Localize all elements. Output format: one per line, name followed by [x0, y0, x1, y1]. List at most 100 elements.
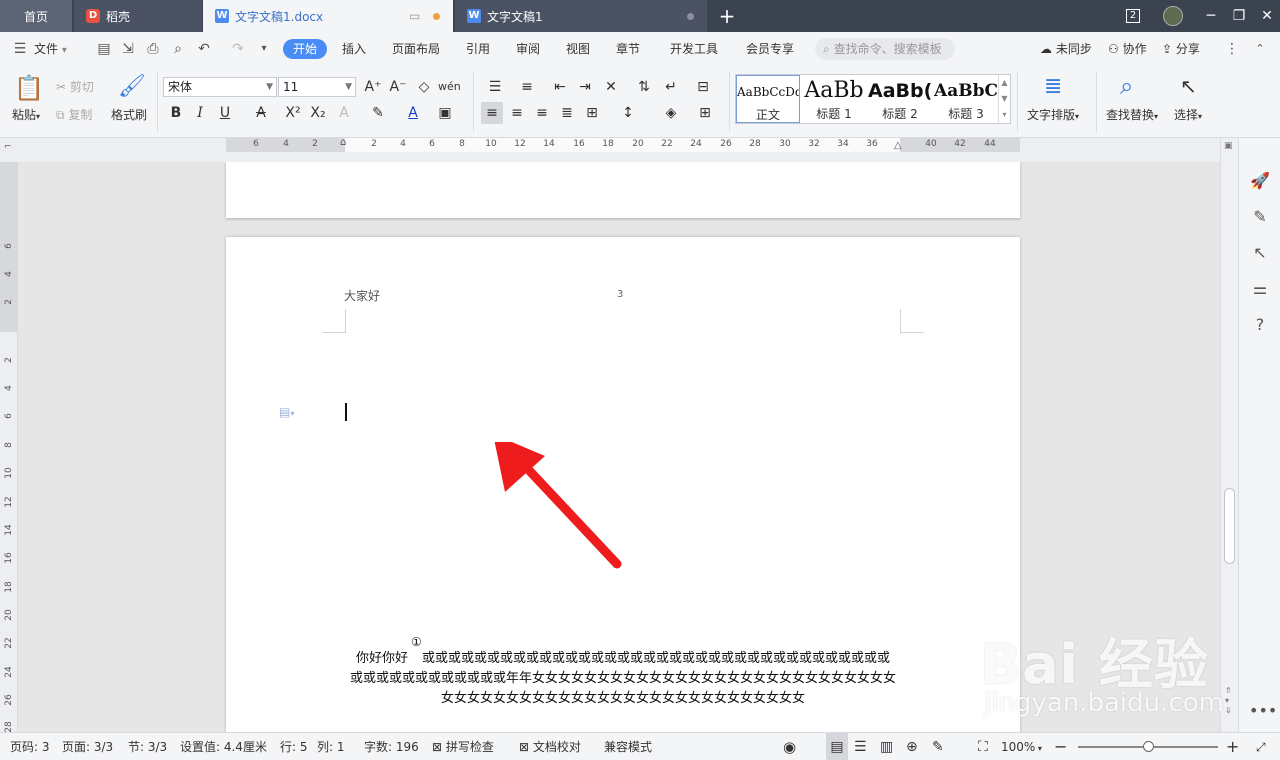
new-tab-button[interactable]: +	[712, 0, 742, 32]
underline-icon[interactable]: U	[214, 102, 236, 124]
more-icon[interactable]: •••	[1249, 700, 1277, 722]
character-border-icon[interactable]: ▣	[434, 102, 456, 124]
italic-icon[interactable]: I	[189, 102, 211, 124]
fullscreen-icon[interactable]: ⤢	[1256, 733, 1266, 760]
subscript-icon[interactable]: X₂	[307, 102, 329, 124]
share-button[interactable]: ⇪ 分享	[1162, 32, 1200, 66]
print-preview-icon[interactable]: ⌕	[168, 32, 188, 66]
bold-icon[interactable]: B	[165, 102, 187, 124]
chinese-layout-icon[interactable]: ✕	[600, 76, 622, 98]
style-heading-1[interactable]: AaBb 标题 1	[802, 75, 866, 123]
scroll-up-icon[interactable]: ▣	[1224, 141, 1233, 151]
show-marks-icon[interactable]: ↵	[660, 76, 682, 98]
page-header-text[interactable]: 大家好	[344, 287, 380, 304]
zoom-slider-handle[interactable]	[1143, 741, 1154, 752]
paste-icon[interactable]: 📋	[14, 74, 44, 102]
avatar[interactable]	[1158, 0, 1188, 32]
hamburger-icon[interactable]: ☰	[10, 32, 30, 66]
tab-document-active[interactable]: W 文字文稿1.docx ▭	[203, 0, 453, 32]
menu-developer[interactable]: 开发工具	[670, 32, 718, 66]
distributed-icon[interactable]: ⊞	[581, 102, 603, 124]
tab-stops-icon[interactable]: ⊟	[692, 76, 714, 98]
align-left-icon[interactable]: ≡	[481, 102, 503, 124]
command-search-input[interactable]: ⌕ 查找命令、搜索模板	[815, 38, 955, 60]
format-painter-button[interactable]: 格式刷	[111, 106, 147, 123]
redo-icon[interactable]: ↷	[228, 32, 248, 66]
copy-button[interactable]: ⧉ 复制	[56, 106, 92, 123]
zoom-in-icon[interactable]: +	[1226, 733, 1239, 760]
zoom-select[interactable]: 100% ▾	[1001, 733, 1042, 760]
scrollbar-thumb[interactable]	[1224, 488, 1235, 564]
status-pages[interactable]: 页面: 3/3	[62, 733, 113, 760]
settings-sliders-icon[interactable]: ⚌	[1249, 278, 1271, 300]
print-icon[interactable]: ⎙	[143, 32, 163, 66]
screen-icon[interactable]: ▭	[409, 9, 420, 23]
menu-review[interactable]: 审阅	[516, 32, 540, 66]
menu-member[interactable]: 会员专享	[746, 32, 794, 66]
shrink-font-icon[interactable]: A⁻	[387, 76, 409, 98]
collapse-ribbon-icon[interactable]: ⌃	[1250, 32, 1270, 66]
clear-format-icon[interactable]: ◇	[413, 76, 435, 98]
more-options-icon[interactable]: ⋮	[1224, 32, 1240, 66]
font-name-select[interactable]: 宋体 ▼	[163, 77, 277, 97]
cursor-icon[interactable]: ↖	[1249, 242, 1271, 264]
sync-button[interactable]: ☁ 未同步	[1040, 32, 1092, 66]
vertical-scrollbar[interactable]: ▣ ⇑ ▾ ⇓	[1220, 138, 1238, 732]
minimize-icon[interactable]: ─	[1196, 0, 1226, 32]
pen-icon[interactable]: ✎	[1249, 206, 1271, 228]
bullet-list-icon[interactable]: ☰	[484, 76, 506, 98]
style-gallery-scroll[interactable]: ▲ ▼ ▾	[998, 75, 1010, 123]
borders-icon[interactable]: ⊞	[694, 102, 716, 124]
decrease-indent-icon[interactable]: ⇤	[549, 76, 571, 98]
vertical-ruler[interactable]: 6 4 2 2 4 6 8 10 12 14 16 18 20 22 24 26 28	[0, 162, 18, 733]
collaborate-button[interactable]: ⚇ 协作	[1108, 32, 1147, 66]
find-replace-button[interactable]: 查找替换▾	[1106, 106, 1158, 123]
save-icon[interactable]: ▤	[94, 32, 114, 66]
shading-icon[interactable]: ◈	[660, 102, 682, 124]
menu-chapter[interactable]: 章节	[616, 32, 640, 66]
superscript-icon[interactable]: X²	[282, 102, 304, 124]
zoom-out-icon[interactable]: −	[1054, 733, 1067, 760]
export-icon[interactable]: ⇲	[118, 32, 138, 66]
align-center-icon[interactable]: ≡	[506, 102, 528, 124]
fit-page-icon[interactable]: ⛶	[978, 733, 988, 760]
tab-document-2[interactable]: W 文字文稿1	[455, 0, 707, 32]
paste-button[interactable]: 粘贴▾	[12, 106, 40, 123]
spell-check-button[interactable]: ⊠ 拼写检查	[432, 733, 494, 760]
status-setting[interactable]: 设置值: 4.4厘米	[180, 733, 267, 760]
proofread-button[interactable]: ⊠ 文档校对	[519, 733, 581, 760]
find-icon[interactable]: ⌕	[1120, 72, 1133, 100]
restore-icon[interactable]: ❐	[1224, 0, 1254, 32]
style-normal[interactable]: AaBbCcDd 正文	[736, 75, 800, 123]
menu-references[interactable]: 引用	[466, 32, 490, 66]
status-section[interactable]: 节: 3/3	[128, 733, 167, 760]
status-page[interactable]: 页码: 3	[10, 733, 50, 760]
horizontal-ruler[interactable]: ⌐ 6 4 2 2 4 6 8 10 12 14 16 18 20 22 24 26 28 30 32 34 36 40 4…	[0, 137, 1280, 162]
quick-access-chevron-icon[interactable]: ▾	[254, 32, 274, 66]
document-canvas[interactable]: 大家好 3 ▤▾ ① 你好你好 或或或或或或或或或或或或或或或或或或或或或或或或或…	[19, 162, 1220, 732]
text-layout-button[interactable]: 文字排版▾	[1027, 106, 1079, 123]
window-count-button[interactable]: 2	[1118, 0, 1148, 32]
eye-protection-icon[interactable]: ◉	[783, 733, 796, 760]
web-view-icon[interactable]: ⊕	[906, 733, 918, 760]
reading-view-icon[interactable]: ▥	[880, 733, 893, 760]
first-line-indent-marker-icon[interactable]: ⌂	[340, 137, 346, 148]
line-spacing-icon[interactable]: ↕	[617, 102, 639, 124]
font-color-icon[interactable]: A	[402, 102, 424, 124]
cut-button[interactable]: ✂ 剪切	[56, 78, 94, 95]
page-view-icon[interactable]: ▤	[826, 733, 848, 760]
grow-font-icon[interactable]: A⁺	[362, 76, 384, 98]
paragraph-options-icon[interactable]: ▤▾	[279, 405, 294, 419]
help-icon[interactable]: ?	[1249, 314, 1271, 336]
outline-view-icon[interactable]: ☰	[854, 733, 867, 760]
format-painter-icon[interactable]: 🖌	[118, 74, 146, 99]
strikethrough-icon[interactable]: A	[250, 102, 272, 124]
align-right-icon[interactable]: ≡	[531, 102, 553, 124]
phonetic-guide-icon[interactable]: wén	[438, 76, 461, 98]
rocket-icon[interactable]: 🚀	[1249, 170, 1271, 192]
tab-home[interactable]: 首页	[0, 0, 72, 32]
close-icon[interactable]: ✕	[1252, 0, 1280, 32]
font-size-select[interactable]: 11 ▼	[278, 77, 356, 97]
menu-view[interactable]: 视图	[566, 32, 590, 66]
increase-indent-icon[interactable]: ⇥	[574, 76, 596, 98]
